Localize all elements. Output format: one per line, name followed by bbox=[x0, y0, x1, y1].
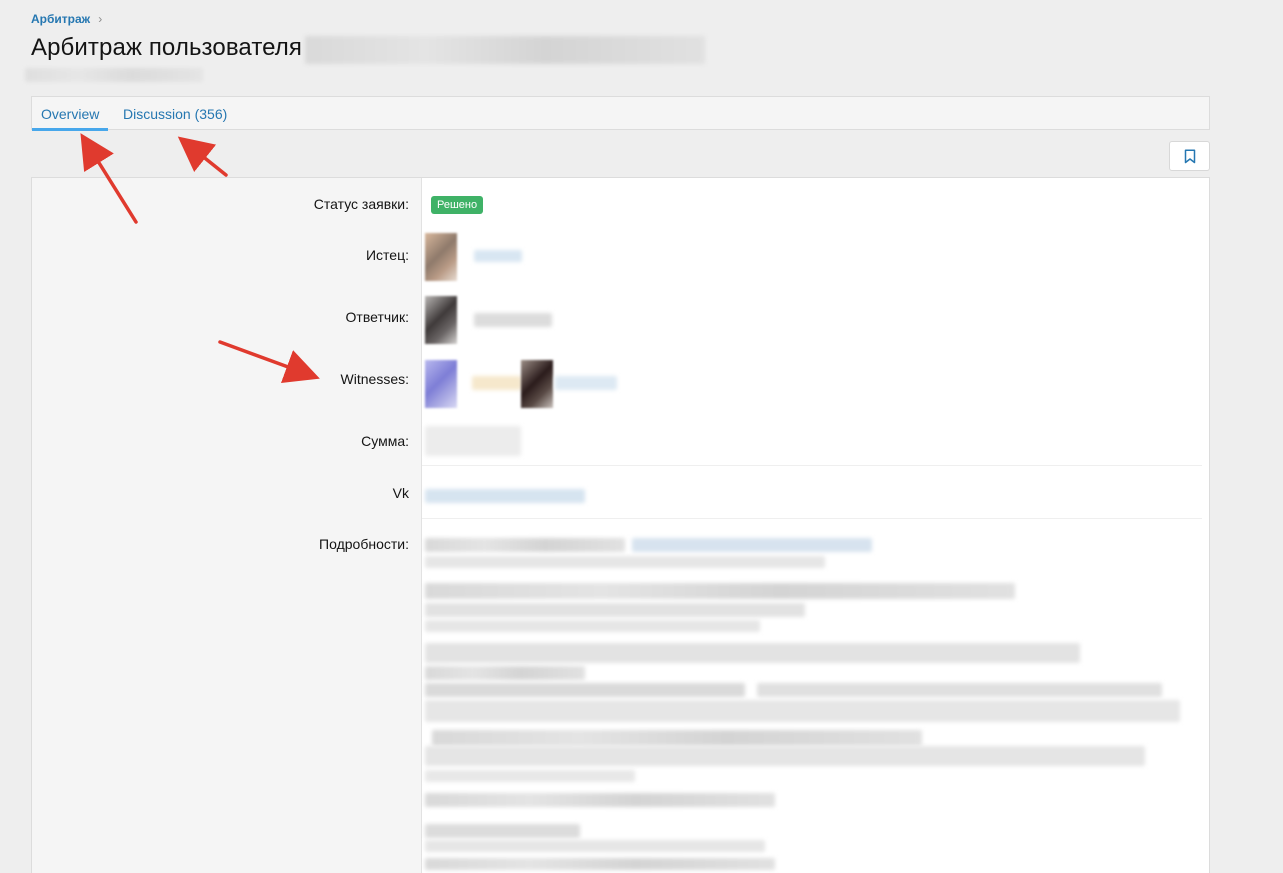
plaintiff-name[interactable] bbox=[474, 250, 522, 262]
witness-name-1[interactable] bbox=[472, 376, 522, 390]
defendant-name[interactable] bbox=[474, 313, 552, 327]
tab-discussion-label: Discussion (356) bbox=[123, 106, 228, 122]
breadcrumb-link-arbitrage[interactable]: Арбитраж bbox=[31, 12, 90, 26]
amount-label: Сумма: bbox=[361, 433, 409, 449]
plaintiff-avatar[interactable] bbox=[425, 233, 457, 281]
arrow-to-discussion-tab bbox=[177, 136, 228, 177]
redacted-subtitle bbox=[25, 68, 203, 82]
plaintiff-label: Истец: bbox=[365, 247, 409, 263]
witnesses-label: Witnesses: bbox=[340, 371, 409, 387]
tab-overview-label: Overview bbox=[41, 106, 100, 122]
tabs-bar: Overview Discussion (356) bbox=[31, 96, 1210, 131]
tab-discussion[interactable]: Discussion (356) bbox=[114, 97, 236, 130]
defendant-label: Ответчик: bbox=[345, 309, 409, 325]
witness-avatar-2[interactable] bbox=[521, 360, 553, 408]
row-divider bbox=[422, 465, 1202, 466]
page: Арбитраж › Арбитраж пользователя Overvie… bbox=[0, 0, 1283, 873]
vk-label: Vk bbox=[392, 485, 409, 501]
status-label: Статус заявки: bbox=[313, 196, 409, 212]
tab-overview[interactable]: Overview bbox=[32, 97, 109, 131]
defendant-avatar[interactable] bbox=[425, 296, 457, 344]
bookmark-icon bbox=[1184, 148, 1195, 163]
labels-column bbox=[32, 178, 422, 873]
row-divider bbox=[422, 518, 1202, 519]
page-title: Арбитраж пользователя bbox=[31, 34, 302, 61]
chevron-right-icon: › bbox=[98, 12, 103, 26]
amount-value bbox=[425, 426, 521, 456]
details-label: Подробности: bbox=[319, 536, 409, 552]
status-badge: Решено bbox=[431, 196, 484, 214]
redacted-username bbox=[305, 36, 705, 64]
witness-avatar-1[interactable] bbox=[425, 360, 457, 408]
details-panel: Статус заявки: Решено Истец: Ответчик: W… bbox=[31, 177, 1210, 873]
vk-link[interactable] bbox=[425, 489, 585, 503]
breadcrumb: Арбитраж › bbox=[31, 12, 102, 26]
witness-name-2[interactable] bbox=[555, 376, 617, 390]
bookmark-button[interactable] bbox=[1169, 141, 1210, 171]
